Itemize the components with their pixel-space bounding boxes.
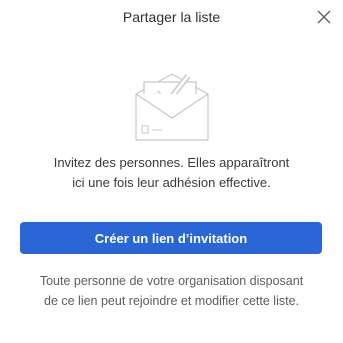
invite-description-line-2: ici une fois leur adhésion effective.	[72, 175, 271, 190]
dialog-title: Partager la liste	[122, 9, 221, 25]
share-list-dialog: Partager la liste Invitez des personnes.…	[0, 0, 343, 343]
invitation-note-line-2: de ce lien peut rejoindre et modifier ce…	[44, 294, 299, 308]
invitation-note-line-1: Toute personne de votre organisation dis…	[39, 274, 304, 288]
create-invitation-link-button[interactable]: Créer un lien d’invitation	[20, 222, 322, 254]
envelope-checkmark-illustration	[135, 73, 209, 141]
invitation-note: Toute personne de votre organisation dis…	[14, 271, 329, 311]
invite-description: Invitez des personnes. Elles apparaîtron…	[20, 153, 323, 193]
close-button[interactable]	[315, 8, 333, 26]
close-icon	[317, 10, 331, 24]
invite-description-line-1: Invitez des personnes. Elles apparaîtron…	[53, 155, 290, 170]
